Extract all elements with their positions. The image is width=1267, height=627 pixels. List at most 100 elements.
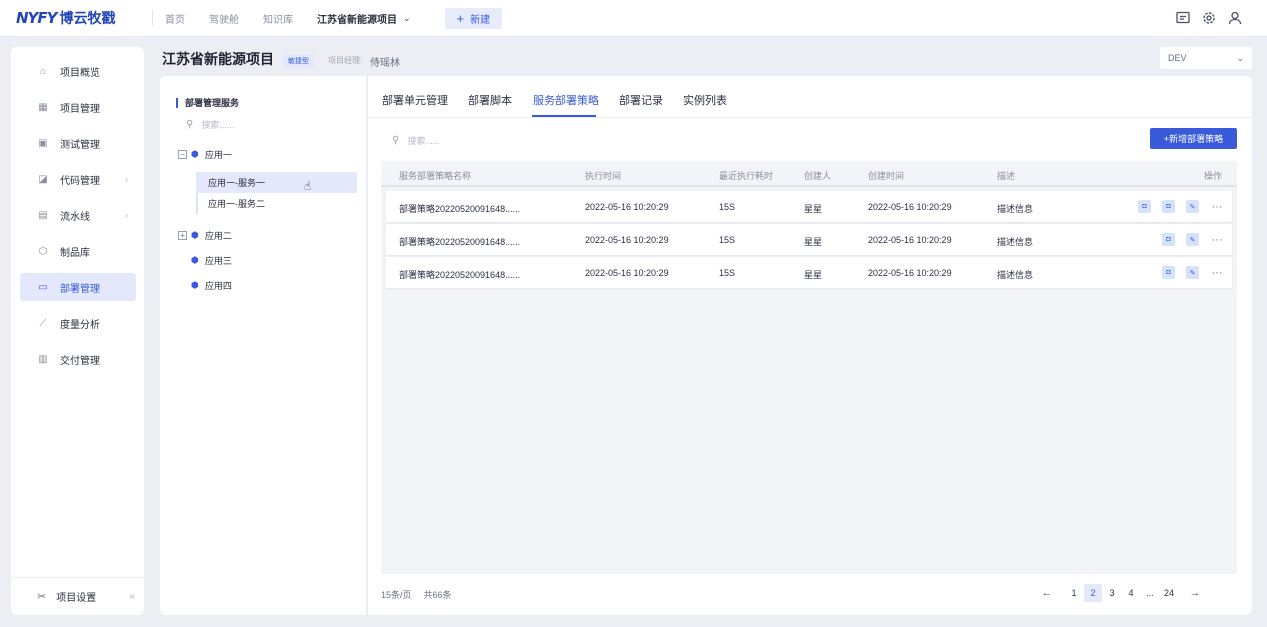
tab-instances[interactable]: 实例列表: [683, 92, 727, 108]
prev-page-icon[interactable]: ←: [1038, 584, 1056, 602]
sidebar-footer[interactable]: ✂ 项目设置 «: [11, 577, 144, 615]
exec-time: 2022-05-16 10:20:29: [585, 268, 669, 278]
tree-node-label: 应用一: [204, 150, 232, 160]
top-icons: [1165, 10, 1243, 26]
project-switcher-label: 江苏省新能源项目: [317, 14, 397, 26]
tab-deploy-records[interactable]: 部署记录: [619, 92, 663, 108]
sidebar-item-artifacts[interactable]: ⬡ 制品库: [20, 237, 136, 265]
strategy-name[interactable]: 部署策略20220520091648......: [399, 235, 520, 248]
exec-duration: 15S: [719, 235, 736, 245]
environment-value: DEV: [1168, 53, 1187, 63]
tab-bar: 部署单元管理 部署脚本 服务部署策略 部署记录 实例列表: [368, 76, 1252, 118]
edit-icon[interactable]: ✎: [1186, 266, 1199, 279]
table-row[interactable]: 部署策略20220520091648...... 2022-05-16 10:2…: [386, 257, 1232, 288]
edit-icon[interactable]: ✎: [1186, 200, 1199, 213]
code-icon: ◪: [38, 173, 48, 185]
pointer-cursor-icon: ☝: [304, 179, 312, 193]
message-icon[interactable]: [1175, 10, 1191, 26]
sidebar-item-metrics[interactable]: ⟋ 度量分析: [20, 309, 136, 337]
more-icon[interactable]: ···: [1210, 266, 1224, 279]
new-button[interactable]: + 新建: [444, 7, 503, 29]
expand-toggle-icon[interactable]: +: [178, 231, 187, 240]
table-row[interactable]: 部署策略20220520091648...... 2022-05-16 10:2…: [386, 191, 1232, 222]
main-panel: 部署单元管理 部署脚本 服务部署策略 部署记录 实例列表 ⚲ 搜索...... …: [368, 76, 1252, 615]
edit-icon[interactable]: ✎: [1186, 233, 1199, 246]
divider: [152, 10, 153, 26]
deploy-icon: ▭: [38, 281, 48, 293]
tab-deploy-scripts[interactable]: 部署脚本: [468, 92, 512, 108]
user-icon[interactable]: [1227, 10, 1243, 26]
sidebar-item-label: 测试管理: [60, 139, 100, 151]
collapse-icon[interactable]: «: [129, 591, 135, 602]
tree-title: 部署管理服务: [176, 96, 239, 109]
chevron-right-icon: ›: [125, 174, 128, 184]
tree-node-app-1[interactable]: − ⬢ 应用一: [178, 148, 232, 161]
strategy-search-input[interactable]: ⚲ 搜索......: [392, 134, 440, 147]
sidebar-item-test-management[interactable]: ▣ 测试管理: [20, 129, 136, 157]
per-page-select[interactable]: 15条/页: [381, 588, 412, 601]
row-actions: ◘ ✎ ···: [1151, 233, 1224, 246]
test-icon: ▣: [38, 137, 48, 149]
sidebar-item-pipeline[interactable]: ▤ 流水线 ›: [20, 201, 136, 229]
add-strategy-button[interactable]: +新增部署策略: [1150, 128, 1237, 149]
title-accent-bar: [176, 97, 178, 108]
strategy-name[interactable]: 部署策略20220520091648......: [399, 202, 520, 215]
view-action-icon[interactable]: ◘: [1162, 233, 1175, 246]
tree-node-app-4[interactable]: ⬢ 应用四: [191, 279, 232, 292]
collapse-toggle-icon[interactable]: −: [178, 150, 187, 159]
app-icon: ⬢: [191, 149, 199, 159]
sidebar-item-label: 项目管理: [60, 103, 100, 115]
sidebar-item-label: 部署管理: [60, 283, 100, 295]
page-button[interactable]: 1: [1065, 584, 1083, 602]
page-button[interactable]: 24: [1160, 584, 1178, 602]
service-tree-panel: 部署管理服务 ⚲ 搜索...... − ⬢ 应用一 应用一-服务一 应用一-服务…: [160, 76, 367, 615]
deploy-action-icon[interactable]: ◘: [1138, 200, 1151, 213]
tree-node-service-2[interactable]: 应用一-服务二: [196, 193, 265, 214]
sidebar: ⌂ 项目概览 ▦ 项目管理 ▣ 测试管理 ◪ 代码管理 › ▤ 流水线 › ⬡ …: [11, 47, 144, 615]
top-nav: 首页 驾驶舱 知识库 江苏省新能源项目 ⌄ + 新建: [165, 7, 503, 29]
tree-node-service-1[interactable]: 应用一-服务一: [196, 172, 357, 193]
creator: 星星: [804, 237, 823, 247]
more-icon[interactable]: ···: [1210, 200, 1224, 213]
sidebar-item-label: 度量分析: [60, 319, 100, 331]
tab-service-strategy[interactable]: 服务部署策略: [533, 92, 599, 108]
view-action-icon[interactable]: ◘: [1162, 200, 1175, 213]
strategy-table: 服务部署策略名称 执行时间 最近执行耗时 创建人 创建时间 描述 操作 部署策略…: [381, 161, 1237, 574]
sidebar-item-label: 代码管理: [60, 175, 100, 187]
logo-text: 博云牧戳: [59, 10, 116, 26]
page-button-current[interactable]: 2: [1084, 584, 1102, 602]
tree-node-app-2[interactable]: + ⬢ 应用二: [178, 229, 232, 242]
top-bar: NYFY 博云牧戳 首页 驾驶舱 知识库 江苏省新能源项目 ⌄ + 新建: [0, 0, 1267, 37]
sidebar-item-code-management[interactable]: ◪ 代码管理 ›: [20, 165, 136, 193]
sidebar-item-delivery[interactable]: ▥ 交付管理: [20, 345, 136, 373]
grid-icon: ▦: [38, 101, 48, 113]
nav-knowledge[interactable]: 知识库: [263, 11, 293, 26]
creator: 星星: [804, 204, 823, 214]
column-header: 描述: [997, 171, 1016, 181]
tab-deploy-units[interactable]: 部署单元管理: [382, 92, 448, 108]
project-switcher[interactable]: 江苏省新能源项目 ⌄: [317, 11, 411, 26]
more-icon[interactable]: ···: [1210, 233, 1224, 246]
tree-search-input[interactable]: ⚲ 搜索......: [186, 118, 234, 131]
view-action-icon[interactable]: ◘: [1162, 266, 1175, 279]
description: 描述信息: [997, 270, 1034, 280]
tree-search-placeholder: 搜索......: [201, 120, 235, 130]
row-actions: ◘ ◘ ✎ ···: [1127, 200, 1224, 213]
sidebar-item-label: 项目概览: [60, 67, 100, 79]
next-page-icon[interactable]: →: [1186, 584, 1204, 602]
environment-select[interactable]: DEV ⌄: [1160, 47, 1252, 69]
tree-node-app-3[interactable]: ⬢ 应用三: [191, 254, 232, 267]
strategy-name[interactable]: 部署策略20220520091648......: [399, 268, 520, 281]
sidebar-item-project-management[interactable]: ▦ 项目管理: [20, 93, 136, 121]
tree-node-label: 应用一-服务一: [208, 178, 265, 188]
settings-icon[interactable]: [1201, 10, 1217, 26]
table-row[interactable]: 部署策略20220520091648...... 2022-05-16 10:2…: [386, 224, 1232, 255]
sidebar-item-deployment[interactable]: ▭ 部署管理: [20, 273, 136, 301]
page-button[interactable]: 4: [1122, 584, 1140, 602]
pagination-info: 15条/页 共66条: [381, 588, 464, 601]
logo[interactable]: NYFY 博云牧戳: [16, 8, 144, 28]
sidebar-item-overview[interactable]: ⌂ 项目概览: [20, 57, 136, 85]
nav-cockpit[interactable]: 驾驶舱: [209, 11, 239, 26]
page-button[interactable]: 3: [1103, 584, 1121, 602]
nav-home[interactable]: 首页: [165, 11, 185, 26]
